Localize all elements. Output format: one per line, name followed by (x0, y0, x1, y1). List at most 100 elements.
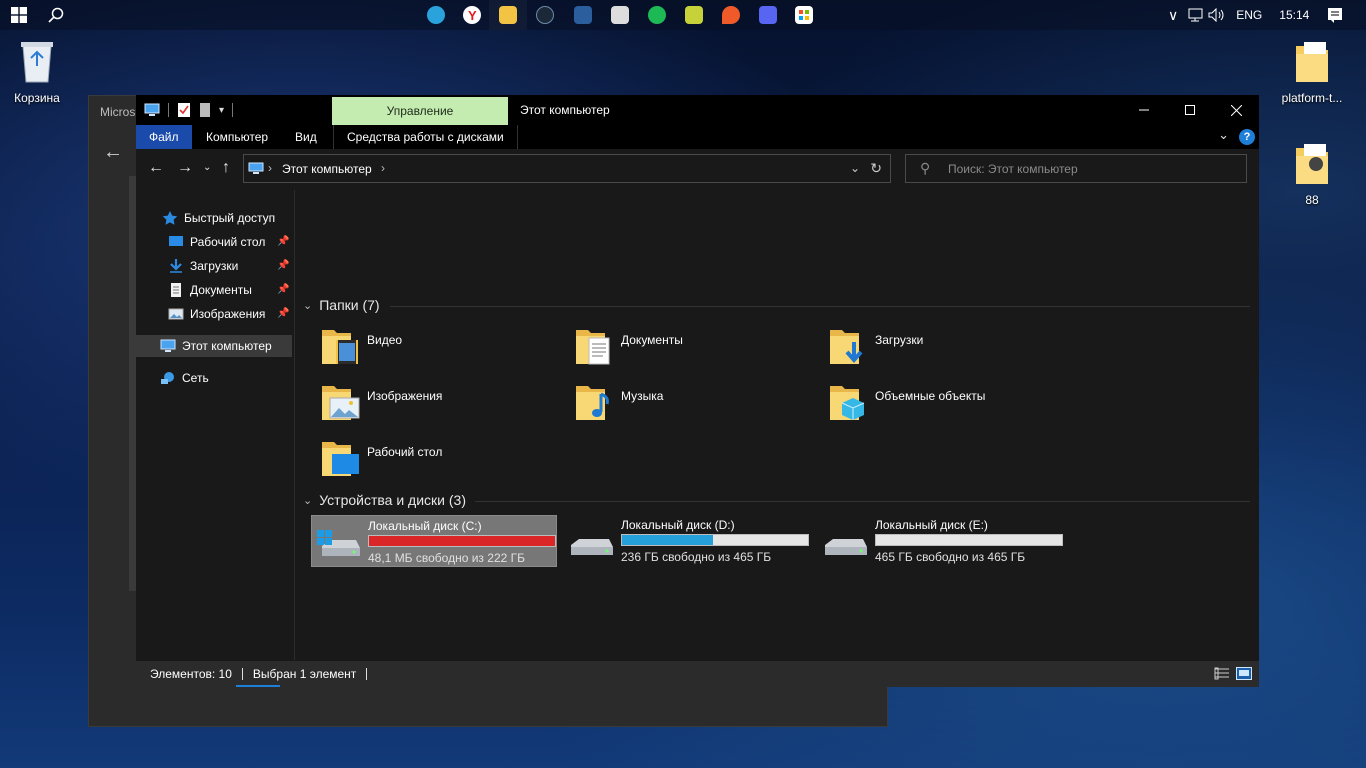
sidebar-item-downloads[interactable]: Загрузки 📌 (136, 255, 292, 277)
star-icon (162, 211, 178, 225)
sidebar-item-network[interactable]: Сеть (136, 367, 292, 389)
app-icon[interactable] (574, 6, 592, 24)
store-icon[interactable] (795, 6, 813, 24)
start-button[interactable] (0, 0, 38, 30)
address-bar[interactable]: › Этот компьютер › ⌄ ↻ (243, 154, 891, 183)
group-header-devices[interactable]: ⌄ Устройства и диски (3) (303, 492, 466, 508)
discord-icon[interactable] (759, 6, 777, 24)
drive-item[interactable]: Локальный диск (C:) 48,1 МБ свободно из … (311, 515, 557, 567)
details-view-icon[interactable] (1214, 667, 1230, 680)
drive-icon (571, 539, 613, 555)
desktop-icon-platform[interactable]: platform-t... (1275, 40, 1349, 105)
notifications-icon[interactable] (1327, 7, 1343, 23)
folder-name: Документы (621, 333, 683, 347)
title-bar[interactable]: ▾ Управление Этот компьютер (136, 95, 1259, 125)
desktop-icon-recycle-bin[interactable]: Корзина (0, 38, 74, 105)
system-drive-icon (317, 530, 360, 556)
sidebar-item-this-pc[interactable]: Этот компьютер (136, 335, 292, 357)
sidebar-item-quick-access[interactable]: Быстрый доступ (136, 207, 292, 229)
folder-name: Музыка (621, 389, 664, 403)
minimize-button[interactable] (1121, 95, 1167, 125)
downloads-folder-icon (830, 330, 863, 364)
editor-icon[interactable] (685, 6, 703, 24)
help-button[interactable]: ? (1239, 129, 1255, 145)
chevron-down-icon: ⌄ (303, 299, 313, 312)
folder-item[interactable]: Рабочий стол (321, 438, 571, 488)
clock[interactable]: 15:14 (1279, 8, 1309, 22)
folder-item[interactable]: Видео (321, 326, 571, 376)
close-button[interactable] (1213, 95, 1259, 125)
recent-locations-chevron-icon[interactable]: ⌄ (203, 162, 211, 173)
anime-app-icon[interactable] (611, 6, 629, 24)
status-separator (241, 668, 243, 680)
tab-drive-tools[interactable]: Средства работы с дисками (333, 125, 518, 149)
spotify-icon[interactable] (648, 6, 666, 24)
folder-item[interactable]: Объемные объекты (829, 382, 1079, 432)
drive-usage-fill (622, 535, 714, 545)
tiles-view-icon[interactable] (1236, 667, 1252, 680)
forward-button[interactable]: → (177, 159, 193, 177)
search-input[interactable] (946, 160, 1236, 178)
new-folder-icon[interactable] (199, 102, 211, 118)
chevron-up-icon[interactable]: ∨ (1168, 7, 1178, 24)
folder-item[interactable]: Изображения (321, 382, 571, 432)
desktop-icon-label: platform-t... (1281, 91, 1343, 105)
this-pc-icon (248, 162, 264, 174)
folder-name: Рабочий стол (367, 445, 443, 459)
sidebar-item-documents[interactable]: Документы 📌 (136, 279, 292, 301)
maximize-icon (1185, 105, 1195, 115)
drive-item[interactable]: Локальный диск (D:) 236 ГБ свободно из 4… (565, 515, 811, 567)
file-explorer-taskbar-icon[interactable] (489, 0, 527, 30)
drive-free-space: 465 ГБ свободно из 465 ГБ (875, 550, 1026, 564)
desktop-icon-88[interactable]: 88 (1275, 142, 1349, 207)
search-box[interactable]: ⚲ (905, 154, 1247, 183)
chevron-down-icon: ⌄ (303, 494, 313, 507)
group-header-folders[interactable]: ⌄ Папки (7) (303, 297, 380, 313)
pin-icon: 📌 (277, 308, 290, 319)
maximize-button[interactable] (1167, 95, 1213, 125)
network-icon[interactable] (1188, 8, 1204, 22)
document-icon (171, 283, 181, 297)
sidebar-item-desktop[interactable]: Рабочий стол 📌 (136, 231, 292, 253)
search-icon: ⚲ (920, 160, 931, 176)
breadcrumb-this-pc[interactable]: Этот компьютер (282, 162, 372, 176)
up-button[interactable]: ↑ (222, 159, 230, 177)
tab-file[interactable]: Файл (136, 125, 192, 149)
search-button[interactable] (38, 0, 74, 30)
breadcrumb-chevron-icon[interactable]: › (268, 161, 272, 175)
refresh-icon[interactable]: ↻ (870, 160, 882, 177)
customize-toolbar-icon[interactable]: ▾ (219, 105, 224, 116)
folder-name: Видео (367, 333, 403, 347)
steam-icon[interactable] (536, 6, 554, 24)
location-app-icon[interactable] (722, 6, 740, 24)
group-header-label: Устройства и диски (3) (319, 492, 466, 508)
drive-item[interactable]: Локальный диск (E:) 465 ГБ свободно из 4… (819, 515, 1065, 567)
folder-item[interactable]: Музыка (575, 382, 825, 432)
sidebar-item-label: Изображения (190, 307, 266, 321)
back-arrow-icon[interactable]: ← (103, 141, 123, 164)
address-history-chevron-icon[interactable]: ⌄ (850, 161, 860, 175)
back-button[interactable]: ← (148, 159, 164, 177)
folder-item[interactable]: Загрузки (829, 326, 1079, 376)
breadcrumb-chevron-icon[interactable]: › (381, 161, 385, 175)
sidebar-item-label: Этот компьютер (182, 339, 272, 353)
folder-item[interactable]: Документы (575, 326, 825, 376)
tab-manage-context[interactable]: Управление (332, 97, 508, 125)
background-window-title: Micros (100, 105, 136, 119)
video-folder-icon (322, 330, 358, 364)
desktop-icon-label: 88 (1305, 193, 1319, 207)
tab-view[interactable]: Вид (282, 125, 330, 149)
drive-name: Локальный диск (D:) (621, 518, 735, 532)
status-item-count: Элементов: 10 (150, 667, 232, 681)
properties-icon[interactable] (177, 102, 191, 118)
yandex-browser-icon[interactable]: Y (463, 6, 481, 24)
telegram-icon[interactable] (427, 6, 445, 24)
sidebar-item-pictures[interactable]: Изображения 📌 (136, 303, 292, 325)
tab-computer[interactable]: Компьютер (193, 125, 281, 149)
pictures-folder-icon (322, 386, 360, 420)
sidebar-item-label: Документы (190, 283, 252, 297)
collapse-ribbon-icon[interactable]: ⌄ (1218, 127, 1229, 143)
volume-icon[interactable] (1208, 8, 1226, 22)
file-explorer-window: ▾ Управление Этот компьютер Файл Компьют… (136, 95, 1259, 687)
language-indicator[interactable]: ENG (1236, 8, 1262, 22)
